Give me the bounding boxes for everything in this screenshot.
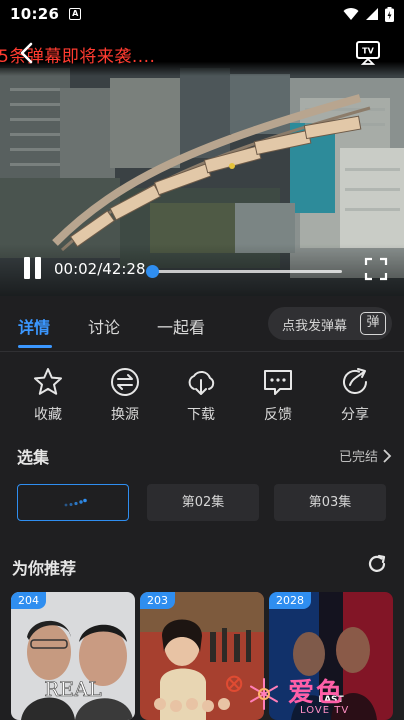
episode-item-02[interactable]: 第02集 (147, 484, 259, 521)
watermark-subtext: LOVE TV (300, 705, 350, 716)
pause-icon[interactable] (22, 257, 44, 283)
progress-bar[interactable] (146, 265, 342, 278)
watermark-text: 爱色 (288, 678, 345, 708)
video-player[interactable]: 5条弹幕即将来袭.... TV 00:02/42:28 (0, 28, 404, 296)
recommend-title: 为你推荐 (12, 559, 77, 578)
feedback-button[interactable]: 反馈 (243, 366, 313, 424)
player-controls: 00:02/42:28 (0, 244, 404, 296)
send-danmaku-label: 点我发弹幕 (282, 319, 348, 334)
episodes-status[interactable]: 已完结 (339, 446, 392, 465)
action-bar: 收藏 换源 下载 反馈 分享 (0, 360, 404, 432)
recommend-poster-1[interactable]: REAL 204 (11, 592, 135, 720)
battery-icon (385, 6, 394, 22)
notification-badge: A (69, 8, 82, 20)
feedback-icon (264, 370, 292, 395)
tab-discussion[interactable]: 讨论 (88, 314, 120, 338)
back-icon[interactable] (14, 40, 40, 66)
svg-text:TV: TV (362, 47, 374, 56)
poster-1-title: REAL (44, 677, 101, 701)
detail-tabs: 详情 讨论 一起看 点我发弹幕 弹 (0, 296, 404, 352)
wifi-icon (343, 8, 359, 20)
status-bar: 10:26 A (0, 0, 404, 28)
tab-underline (18, 345, 52, 348)
share-label: 分享 (341, 407, 369, 423)
switch-source-label: 换源 (111, 407, 139, 423)
poster-3-badge: 2028 (269, 592, 311, 609)
download-button[interactable]: 下载 (166, 366, 236, 424)
danmaku-icon: 弹 (360, 312, 386, 335)
switch-source-icon (111, 368, 139, 396)
fullscreen-icon[interactable] (364, 257, 388, 281)
episodes-status-label: 已完结 (338, 450, 378, 465)
poster-1-badge: 204 (11, 592, 46, 609)
feedback-label: 反馈 (264, 407, 292, 423)
watermark: 爱色 LOVE TV (240, 672, 360, 720)
loading-icon (64, 498, 87, 507)
send-danmaku-button[interactable]: 点我发弹幕 弹 (268, 307, 392, 340)
favorite-button[interactable]: 收藏 (13, 366, 83, 424)
poster-image: REAL (11, 592, 135, 720)
episode-item-03[interactable]: 第03集 (274, 484, 386, 521)
refresh-icon[interactable] (366, 553, 388, 575)
status-time: 10:26 (10, 5, 60, 23)
share-button[interactable]: 分享 (320, 366, 390, 424)
share-icon (343, 368, 367, 394)
time-display: 00:02/42:28 (54, 260, 146, 278)
episodes-title: 选集 (17, 448, 50, 467)
cloud-download-icon (188, 371, 215, 395)
favorite-label: 收藏 (34, 407, 62, 423)
progress-thumb[interactable] (146, 265, 160, 278)
signal-icon (366, 8, 378, 20)
switch-source-button[interactable]: 换源 (90, 366, 160, 424)
poster-2-badge: 203 (140, 592, 175, 609)
episode-item-01[interactable] (17, 484, 129, 521)
star-icon (34, 368, 62, 395)
tab-watch-together[interactable]: 一起看 (157, 314, 205, 338)
tv-cast-icon[interactable]: TV (354, 38, 382, 66)
tab-details[interactable]: 详情 (18, 314, 50, 338)
chevron-right-icon (383, 448, 392, 463)
snowflake-logo-icon (250, 678, 278, 710)
status-icons (343, 6, 394, 22)
download-label: 下载 (187, 407, 215, 423)
